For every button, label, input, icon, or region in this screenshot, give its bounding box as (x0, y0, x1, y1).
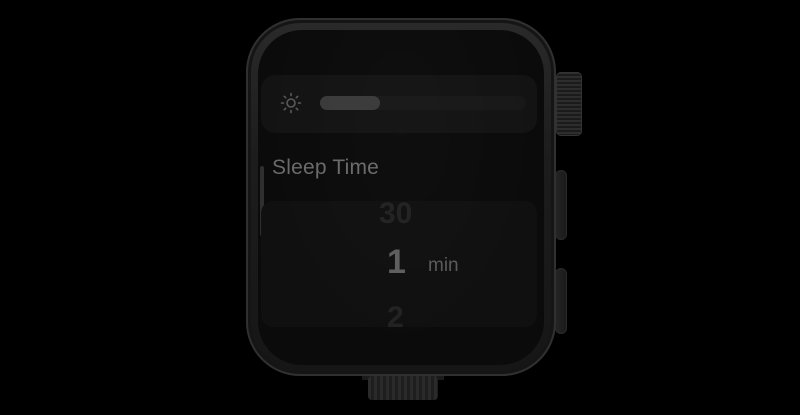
brightness-slider[interactable] (320, 96, 526, 110)
bottom-connector (368, 376, 438, 400)
digital-crown[interactable] (556, 72, 582, 136)
side-button-upper[interactable] (555, 170, 567, 240)
picker-previous-value[interactable]: 30 (379, 201, 412, 231)
side-button-lower[interactable] (555, 268, 567, 334)
picker-next-value[interactable]: 2 (387, 301, 404, 327)
sleep-time-title: Sleep Time (272, 156, 380, 179)
picker-unit-label: min (428, 255, 459, 276)
watch-screen: Sleep Time 30 1 min 2 (258, 30, 544, 365)
stage: Sleep Time 30 1 min 2 (0, 0, 800, 415)
picker-selected-value[interactable]: 1 (387, 243, 406, 282)
sleep-time-picker[interactable]: 30 1 min 2 (261, 201, 537, 327)
sun-icon (280, 92, 302, 114)
brightness-slider-fill (320, 96, 380, 110)
